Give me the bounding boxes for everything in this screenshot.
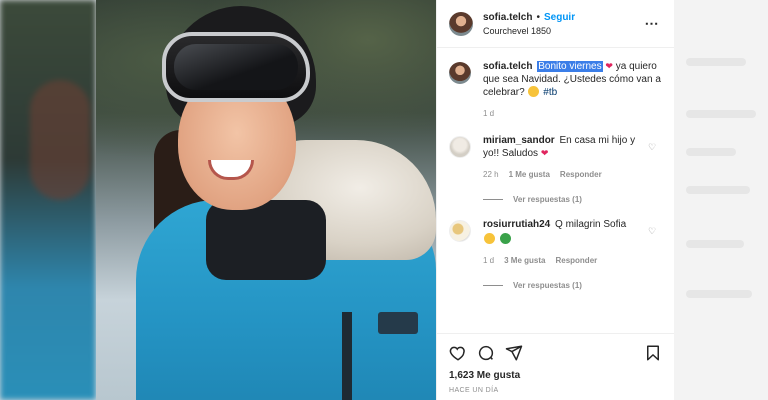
view-replies-button[interactable]: Ver respuestas (1) [483, 281, 662, 290]
like-count[interactable]: 1,623 Me gusta [449, 370, 662, 381]
comment-like-heart-icon[interactable]: ♡ [648, 142, 662, 153]
like-heart-icon[interactable] [449, 344, 467, 362]
view-replies-label: Ver respuestas (1) [513, 281, 582, 290]
comment-timestamp[interactable]: 1 d [483, 254, 494, 267]
comment-timestamp[interactable]: 22 h [483, 168, 499, 181]
blurred-background-right [674, 0, 768, 400]
avatar[interactable] [449, 11, 473, 36]
clover-emoji-icon [499, 233, 511, 244]
caption-username[interactable]: sofia.telch [483, 61, 532, 72]
follow-button[interactable]: Seguir [544, 12, 575, 23]
post-photo[interactable] [96, 0, 436, 400]
comment-like-heart-icon[interactable]: ♡ [648, 226, 662, 237]
post-actions: 1,623 Me gusta HACE UN DÍA [437, 333, 674, 400]
bookmark-save-icon[interactable] [644, 344, 662, 362]
caption: sofia.telch Bonito viernes ❤ ya quiero q… [449, 60, 662, 120]
grin-emoji-icon [484, 233, 495, 244]
location-link[interactable]: Courchevel 1850 [483, 26, 642, 36]
comment-username[interactable]: rosiurrutiah24 [483, 219, 550, 230]
view-replies-label: Ver respuestas (1) [513, 195, 582, 204]
selected-text: Bonito viernes [537, 61, 603, 72]
avatar[interactable] [449, 220, 471, 242]
comment-bubble-icon[interactable] [477, 344, 495, 362]
reply-button[interactable]: Responder [560, 168, 602, 181]
comment-item: rosiurrutiah24 Q milagrin Sofia 1 d 3 Me… [449, 218, 662, 267]
avatar[interactable] [449, 136, 471, 158]
heart-emoji-icon: ❤ [540, 148, 549, 158]
grin-emoji-icon [528, 86, 540, 97]
comment-likes[interactable]: 1 Me gusta [509, 168, 550, 181]
comment-text: Q milagrin Sofia [555, 219, 627, 230]
header-username[interactable]: sofia.telch [483, 12, 532, 23]
comment-item: miriam_sandor En casa mi hijo y yo!! Sal… [449, 134, 662, 181]
view-replies-button[interactable]: Ver respuestas (1) [483, 195, 662, 204]
hashtag-link[interactable]: #tb [543, 87, 557, 98]
more-options-icon[interactable]: ⋯ [642, 15, 662, 32]
comment-likes[interactable]: 3 Me gusta [504, 254, 545, 267]
reply-button[interactable]: Responder [555, 254, 597, 267]
avatar[interactable] [449, 62, 471, 84]
blurred-photo-left [0, 0, 96, 400]
comment-username[interactable]: miriam_sandor [483, 135, 555, 146]
heart-emoji-icon: ❤ [605, 61, 613, 71]
ski-goggles [162, 32, 310, 102]
post-header: sofia.telch • Seguir Courchevel 1850 ⋯ [437, 0, 674, 48]
comments-list[interactable]: sofia.telch Bonito viernes ❤ ya quiero q… [437, 48, 674, 333]
caption-timestamp[interactable]: 1 d [483, 107, 662, 120]
instagram-post: sofia.telch • Seguir Courchevel 1850 ⋯ s… [96, 0, 674, 400]
post-side-panel: sofia.telch • Seguir Courchevel 1850 ⋯ s… [436, 0, 674, 400]
share-send-icon[interactable] [505, 344, 523, 362]
post-timestamp[interactable]: HACE UN DÍA [449, 387, 662, 394]
separator-dot: • [536, 11, 540, 23]
